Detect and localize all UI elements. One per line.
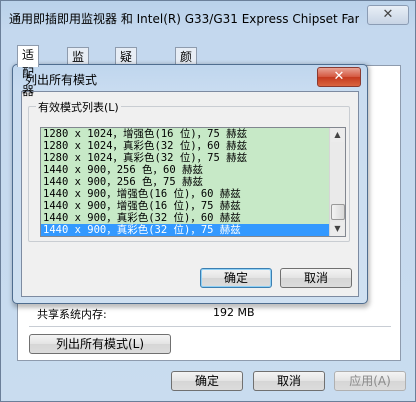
- mode-list-item[interactable]: 1440 x 900，256 色，60 赫兹: [41, 164, 331, 176]
- mode-list-item[interactable]: 1280 x 1024，真彩色(32 位)，75 赫兹: [41, 152, 331, 164]
- scroll-up-icon[interactable]: ▲: [331, 128, 344, 142]
- mode-list-item[interactable]: 1280 x 1024，真彩色(32 位)，60 赫兹: [41, 140, 331, 152]
- window-title: 通用即插即用监视器 和 Intel(R) G33/G31 Express Chi…: [9, 12, 359, 26]
- mode-list-item[interactable]: 1280 x 1024，增强色(16 位)，75 赫兹: [41, 128, 331, 140]
- list-all-modes-dialog: 列出所有模式 ✕ 有效模式列表(L) 1280 x 1024，增强色(16 位)…: [12, 64, 368, 304]
- apply-button[interactable]: 应用(A): [334, 371, 406, 391]
- tab-adapter[interactable]: 适配器: [17, 45, 40, 98]
- mode-list-scrollbar[interactable]: ▲ ▼: [329, 128, 345, 236]
- dialog-ok-button[interactable]: 确定: [200, 268, 272, 288]
- window-close-button[interactable]: ✕: [367, 5, 409, 25]
- list-all-modes-button[interactable]: 列出所有模式(L): [29, 334, 171, 354]
- mode-list-items: 1280 x 1024，增强色(16 位)，75 赫兹 1280 x 1024，真…: [41, 128, 331, 236]
- scroll-thumb[interactable]: [331, 204, 345, 220]
- ok-button[interactable]: 确定: [171, 371, 243, 391]
- mode-list-item[interactable]: 1440 x 900，256 色，75 赫兹: [41, 176, 331, 188]
- shared-memory-label: 共享系统内存:: [37, 308, 107, 321]
- mode-list[interactable]: 1280 x 1024，增强色(16 位)，75 赫兹 1280 x 1024，真…: [40, 127, 346, 237]
- valid-modes-group-label: 有效模式列表(L): [36, 99, 121, 115]
- mode-list-item[interactable]: 1440 x 900，真彩色(32 位)，60 赫兹: [41, 212, 331, 224]
- scroll-down-icon[interactable]: ▼: [331, 222, 344, 236]
- dialog-client-area: 有效模式列表(L) 1280 x 1024，增强色(16 位)，75 赫兹 128…: [21, 91, 359, 297]
- mode-list-item[interactable]: 1440 x 900，增强色(16 位)，60 赫兹: [41, 188, 331, 200]
- dialog-cancel-button[interactable]: 取消: [280, 268, 352, 288]
- dialog-close-button[interactable]: ✕: [317, 67, 361, 87]
- dialog-title: 列出所有模式: [25, 73, 98, 87]
- mode-list-item[interactable]: 1440 x 900，增强色(16 位)，75 赫兹: [41, 200, 331, 212]
- divider: [29, 326, 391, 327]
- mode-list-item[interactable]: 1440 x 900，真彩色(32 位)，75 赫兹: [41, 224, 331, 236]
- cancel-button[interactable]: 取消: [253, 371, 325, 391]
